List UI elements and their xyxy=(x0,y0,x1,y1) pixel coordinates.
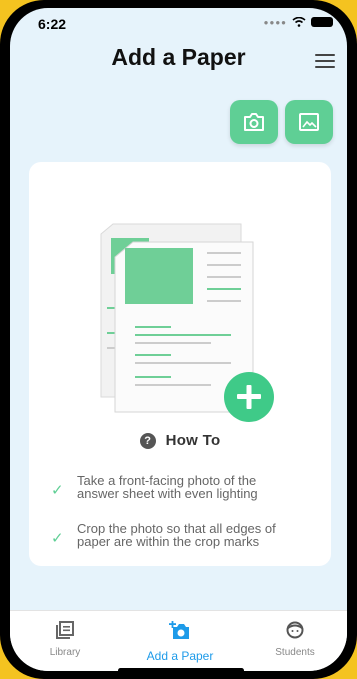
app-screen: 6:22 ●●●● Add a Paper ? How To ✓ Take a … xyxy=(10,8,347,671)
battery-icon xyxy=(311,17,333,27)
camera-button[interactable] xyxy=(230,100,278,144)
question-icon: ? xyxy=(139,432,156,449)
tip-item: ✓ Take a front-facing photo of the answe… xyxy=(51,474,311,500)
status-indicators: ●●●● xyxy=(264,17,333,27)
howto-label: How To xyxy=(165,432,221,449)
tab-label: Students xyxy=(275,647,315,658)
tab-students[interactable]: Students xyxy=(245,621,345,658)
library-icon xyxy=(56,621,74,639)
add-photo-icon xyxy=(169,621,189,639)
signal-icon: ●●●● xyxy=(263,17,287,27)
tab-bar: Library Add a Paper Students xyxy=(10,610,347,671)
menu-icon[interactable] xyxy=(315,54,335,72)
check-icon: ✓ xyxy=(51,530,64,547)
tip-line: answer sheet with even lighting xyxy=(77,486,258,501)
camera-icon xyxy=(244,113,264,131)
tab-label: Add a Paper xyxy=(146,649,214,663)
tab-library[interactable]: Library xyxy=(15,621,115,658)
gallery-button[interactable] xyxy=(285,100,333,144)
image-icon xyxy=(299,113,319,131)
tip-line: paper are within the crop marks xyxy=(77,534,260,549)
tip-item: ✓ Crop the photo so that all edges of pa… xyxy=(51,522,311,548)
howto-heading: ? How To xyxy=(29,432,331,449)
tab-label: Library xyxy=(49,647,81,658)
page-title: Add a Paper xyxy=(111,44,246,70)
wifi-icon xyxy=(292,17,306,27)
home-indicator xyxy=(118,668,244,671)
check-icon: ✓ xyxy=(51,482,64,499)
phone-frame: 6:22 ●●●● Add a Paper ? How To ✓ Take a … xyxy=(0,0,357,679)
student-face-icon xyxy=(286,621,304,639)
paper-illustration xyxy=(100,223,274,422)
status-time: 6:22 xyxy=(38,16,67,32)
tab-add-paper[interactable]: Add a Paper xyxy=(130,621,230,663)
instructions-card: ? How To ✓ Take a front-facing photo of … xyxy=(29,162,331,566)
